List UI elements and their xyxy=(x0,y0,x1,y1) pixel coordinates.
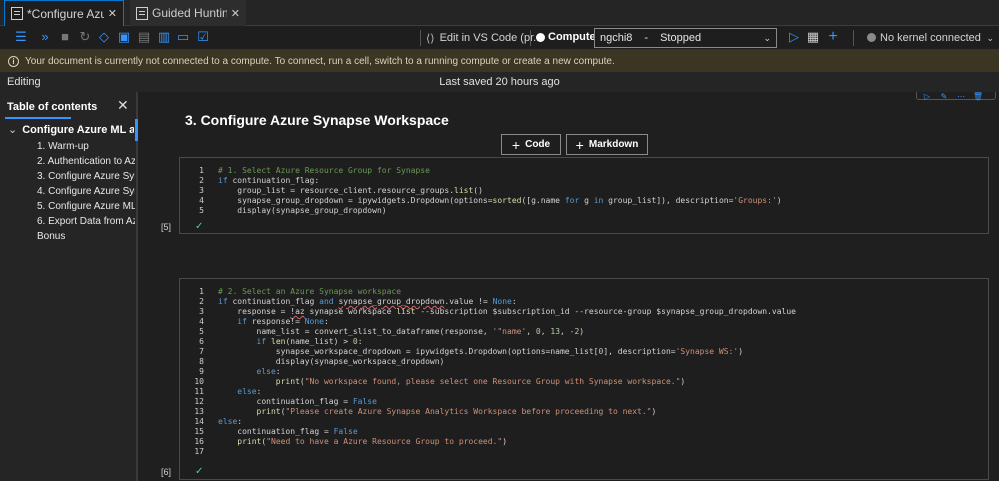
checklist-icon[interactable]: ☑ xyxy=(196,30,210,44)
kernel-status-icon xyxy=(867,33,876,42)
clear-outputs-icon[interactable]: ◇ xyxy=(97,30,111,44)
variables-icon[interactable]: ▤ xyxy=(137,30,151,44)
close-icon[interactable]: ✕ xyxy=(117,97,129,114)
chevron-down-icon: ⌄ xyxy=(8,124,18,136)
compute-warning-banner: i Your document is currently not connect… xyxy=(0,50,999,72)
add-markdown-cell-button[interactable]: + Markdown xyxy=(566,134,648,155)
success-check-icon: ✓ xyxy=(195,221,204,232)
toc-section[interactable]: ⌄ Configure Azure ML a... xyxy=(8,123,134,136)
vscode-icon: ⟨⟩ xyxy=(426,32,435,45)
toc-item[interactable]: 3. Configure Azure Syna... xyxy=(37,171,135,182)
chevron-down-icon: ⌄ xyxy=(763,32,771,43)
edit-in-vscode-button[interactable]: ⟨⟩ Edit in VS Code (pr... xyxy=(426,29,542,47)
toolbar-separator xyxy=(530,30,531,46)
section-heading: 3. Configure Azure Synapse Workspace xyxy=(185,112,449,128)
run-icon[interactable]: ▷ xyxy=(920,92,934,101)
toolbar-separator xyxy=(420,30,421,46)
delete-icon[interactable]: 🗑 xyxy=(971,92,985,101)
close-icon[interactable]: ✕ xyxy=(227,7,240,20)
notebook-toolbar: ☰ » ■ ↻ ◇ ▣ ▤ ▥ ▭ ☑ ⟨⟩ Edit in VS Code (… xyxy=(0,26,999,50)
toc-title: Table of contents xyxy=(7,101,98,113)
chevron-down-icon: ⌄ xyxy=(986,32,994,43)
restart-icon[interactable]: ↻ xyxy=(78,30,92,44)
vscode-label: Edit in VS Code (pr... xyxy=(439,32,543,44)
execution-count: [6] xyxy=(161,467,172,477)
stop-icon[interactable]: ■ xyxy=(58,30,72,44)
tab-configure-azure[interactable]: *Configure Azure M ✕ xyxy=(4,0,124,26)
tab-bar: *Configure Azure M ✕ Guided Hunting - Dr… xyxy=(0,0,999,26)
tab-label: *Configure Azure M xyxy=(27,6,104,21)
success-check-icon: ✓ xyxy=(195,466,204,477)
compute-details-icon[interactable]: ▦ xyxy=(806,30,820,44)
toc-item[interactable]: 6. Export Data from Azu... xyxy=(37,216,135,227)
status-bar: Editing Last saved 20 hours ago xyxy=(0,72,999,92)
toc-item[interactable]: 2. Authentication to Azu... xyxy=(37,156,135,167)
toc-title-underline xyxy=(5,117,71,119)
notebook-icon xyxy=(11,7,23,20)
compute-name: ngchi8 xyxy=(600,32,633,44)
compute-label: Compute: xyxy=(548,31,600,43)
add-compute-icon[interactable]: + xyxy=(826,29,840,45)
toc-item[interactable]: 1. Warm-up xyxy=(37,141,135,152)
notebook-icon xyxy=(136,6,148,20)
compute-status-icon xyxy=(536,33,545,42)
more-icon[interactable]: ⋯ xyxy=(954,92,968,101)
last-saved-label: Last saved 20 hours ago xyxy=(439,76,560,88)
close-icon[interactable]: ✕ xyxy=(104,7,117,20)
save-icon[interactable]: ▣ xyxy=(117,30,131,44)
info-icon: i xyxy=(8,55,19,67)
tab-guided-hunting[interactable]: Guided Hunting - Dr ✕ xyxy=(130,0,246,26)
run-all-icon[interactable]: » xyxy=(38,30,52,44)
toc-item[interactable]: 5. Configure Azure ML ... xyxy=(37,201,135,212)
execution-count: [5] xyxy=(161,222,172,232)
menu-icon[interactable]: ☰ xyxy=(14,30,28,44)
compute-select[interactable]: ngchi8 - Stopped ⌄ xyxy=(594,28,777,48)
table-of-contents-panel: Table of contents ✕ ⌄ Configure Azure ML … xyxy=(0,92,138,481)
cell-toolbar: ▷ ✎ ⋯ 🗑 xyxy=(916,92,996,101)
start-compute-icon[interactable]: ▷ xyxy=(787,30,801,44)
toc-item[interactable]: 4. Configure Azure Syna... xyxy=(37,186,135,197)
compute-state: Stopped xyxy=(660,32,702,44)
tab-label: Guided Hunting - Dr xyxy=(152,6,227,20)
outline-icon[interactable]: ▥ xyxy=(157,30,171,44)
add-code-cell-button[interactable]: + Code xyxy=(501,134,561,155)
code-cell[interactable]: [6] ✓ 1 # 2. Select an Azure Synapse work… xyxy=(161,278,989,480)
toolbar-separator xyxy=(853,30,854,46)
edit-icon[interactable]: ✎ xyxy=(937,92,951,101)
kernel-label: No kernel connected xyxy=(880,32,981,44)
code-cell[interactable]: [5] ✓ 1 # 1. Select Azure Resource Group … xyxy=(161,157,989,234)
banner-text: Your document is currently not connected… xyxy=(25,55,615,67)
comment-icon[interactable]: ▭ xyxy=(176,30,190,44)
plus-icon: + xyxy=(511,136,521,153)
notebook-editor: ▷ ✎ ⋯ 🗑 3. Configure Azure Synapse Workspac… xyxy=(138,92,999,481)
kernel-select[interactable]: No kernel connected ⌄ xyxy=(880,29,994,47)
toc-item[interactable]: Bonus xyxy=(37,231,135,242)
plus-icon: + xyxy=(575,136,584,153)
